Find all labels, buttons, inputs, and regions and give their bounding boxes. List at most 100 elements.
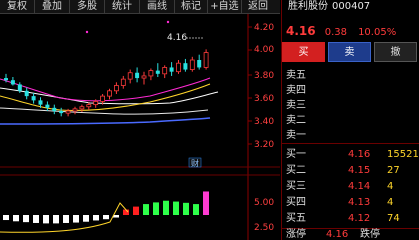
candle-body[interactable]: [169, 67, 174, 72]
price-change: 0.38: [324, 27, 347, 38]
candle-body[interactable]: [100, 95, 105, 102]
mark-button[interactable]: 标记: [175, 0, 208, 13]
ask-label: 卖五: [286, 70, 306, 81]
macd-bar: [93, 215, 99, 221]
restore-rights-button[interactable]: 复权: [0, 0, 35, 13]
buy-button[interactable]: 买: [282, 42, 325, 62]
candle-body[interactable]: [183, 63, 188, 70]
bid-row: 买五 4.12 74: [282, 211, 419, 227]
stock-code: 000407: [332, 1, 371, 12]
macd-bar: [53, 215, 59, 224]
bid-price: 4.14: [348, 181, 371, 192]
bid-label: 买五: [286, 213, 306, 224]
sell-button[interactable]: 卖: [328, 42, 371, 62]
candle-body[interactable]: [86, 104, 92, 108]
candle-body[interactable]: [114, 85, 119, 92]
bid-volume: 74: [387, 213, 400, 224]
candle-body[interactable]: [176, 62, 181, 73]
ask-row: 卖一: [282, 128, 419, 143]
limit-down-label: 跌停: [360, 229, 380, 240]
candle-body[interactable]: [93, 101, 99, 106]
add-watchlist-button[interactable]: +自选: [208, 0, 242, 13]
limit-up-label: 涨停: [286, 229, 306, 240]
cancel-order-button[interactable]: 撤: [374, 42, 417, 62]
macd-bar: [43, 215, 49, 224]
percent-change: 10.05%: [358, 27, 397, 38]
candle-body[interactable]: [31, 96, 36, 101]
stock-name: 胜利股份: [288, 1, 328, 12]
trade-actions: 买 卖 撤: [282, 42, 419, 62]
earnings-marker-label: 财: [191, 158, 199, 168]
draw-line-button[interactable]: 画线: [140, 0, 175, 13]
candle-body[interactable]: [45, 104, 50, 108]
macd-axis-label: 2.50: [254, 223, 274, 233]
ask-label: 卖二: [286, 115, 306, 126]
bid-row: 买三 4.14 4: [282, 179, 419, 195]
candle-body[interactable]: [203, 52, 209, 68]
macd-bar: [193, 204, 199, 215]
statistics-button[interactable]: 统计: [105, 0, 140, 13]
bid-price: 4.12: [348, 213, 371, 224]
bid-label: 买三: [286, 181, 306, 192]
quote-panel: 胜利股份 000407 4.16 0.38 10.05% 买 卖 撤 卖五 卖四 …: [281, 0, 419, 240]
bid-row: 买一 4.16 155215: [282, 147, 419, 163]
candle-body[interactable]: [189, 59, 195, 70]
candle-body[interactable]: [135, 72, 140, 79]
candle-body[interactable]: [79, 106, 85, 110]
candle-body[interactable]: [17, 84, 22, 91]
macd-bar: [23, 215, 29, 223]
macd-axis-label: 5.00: [254, 198, 274, 208]
candle-body[interactable]: [197, 60, 202, 68]
limit-footer: 涨停 4.16 跌停: [282, 229, 419, 240]
candle-body[interactable]: [59, 111, 64, 114]
candle-body[interactable]: [4, 78, 8, 81]
candle-body[interactable]: [162, 67, 168, 75]
bid-price: 4.15: [348, 165, 371, 176]
quote-line: 4.16 0.38 10.05%: [286, 20, 397, 38]
candle-body[interactable]: [120, 78, 126, 86]
chart-toolbar: 复权 叠加 多股 统计 画线 标记 +自选 返回: [0, 0, 280, 14]
candle-body[interactable]: [141, 75, 147, 79]
ask-label: 卖四: [286, 85, 306, 96]
ask-row: 卖四: [282, 83, 419, 98]
candle-body[interactable]: [72, 108, 78, 112]
candle-body[interactable]: [107, 90, 112, 97]
ask-label: 卖一: [286, 130, 306, 141]
candle-body[interactable]: [38, 100, 43, 105]
macd-bar: [13, 215, 19, 222]
macd-bar: [203, 191, 209, 215]
candle-body[interactable]: [127, 72, 133, 80]
bid-label: 买一: [286, 149, 306, 160]
macd-bar: [153, 202, 159, 215]
macd-bar: [3, 215, 9, 221]
bid-row: 买二 4.15 27: [282, 163, 419, 179]
ask-label: 卖三: [286, 100, 306, 111]
macd-bar: [173, 201, 179, 215]
candle-body[interactable]: [24, 90, 29, 97]
multi-stock-button[interactable]: 多股: [70, 0, 105, 13]
price-axis-label: 3.40: [254, 117, 274, 127]
price-axis-label: 3.60: [254, 94, 274, 104]
event-dot: [85, 30, 89, 34]
price-axis-label: 3.20: [254, 140, 274, 150]
candle-body[interactable]: [52, 107, 57, 111]
bid-list: 买一 4.16 155215 买二 4.15 27 买三 4.14 4 买四 4.13 4 买五…: [282, 147, 419, 227]
bid-price: 4.16: [348, 149, 371, 160]
price-axis-label: 3.80: [254, 71, 274, 81]
candle-body[interactable]: [148, 70, 154, 77]
ask-row: 卖三: [282, 98, 419, 113]
last-price: 4.16: [286, 24, 316, 38]
candle-body[interactable]: [155, 70, 160, 74]
macd-bar: [143, 204, 149, 215]
candle-body[interactable]: [65, 110, 71, 114]
ask-list: 卖五 卖四 卖三 卖二 卖一: [282, 68, 419, 143]
ask-row: 卖五: [282, 68, 419, 83]
bid-price: 4.13: [348, 197, 371, 208]
candle-body[interactable]: [10, 80, 15, 85]
overlay-button[interactable]: 叠加: [35, 0, 70, 13]
high-price-annotation: 4.16: [167, 33, 187, 43]
kline-chart[interactable]: 4.16 财 4.20 4.00 3.80 3.60 3.40 3.20 5.0…: [0, 14, 280, 240]
bid-volume: 4: [387, 197, 394, 208]
back-button[interactable]: 返回: [242, 0, 274, 13]
book-divider: [282, 143, 419, 144]
